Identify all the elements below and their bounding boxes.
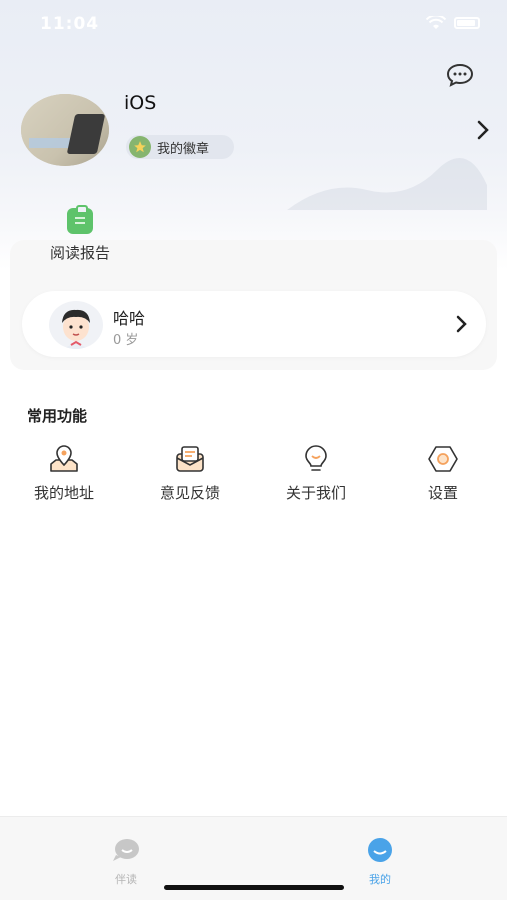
read-along-icon bbox=[113, 839, 139, 861]
child-age: 0 岁 bbox=[113, 333, 139, 348]
feedback-label: 意见反馈 bbox=[159, 484, 220, 502]
user-name: iOS bbox=[124, 92, 157, 114]
reading-report-label: 阅读报告 bbox=[49, 244, 110, 262]
status-time: 11:04 bbox=[40, 14, 100, 34]
about-icon bbox=[305, 445, 327, 471]
user-avatar[interactable] bbox=[21, 94, 109, 166]
about-us-button[interactable]: 关于我们 bbox=[271, 444, 361, 504]
tab-read-along-label: 伴读 bbox=[115, 873, 137, 886]
tab-read-along[interactable]: 伴读 bbox=[96, 837, 156, 887]
status-bar: 11:04 bbox=[0, 0, 507, 48]
child-avatar bbox=[49, 301, 103, 349]
child-profile-card[interactable]: 哈哈 0 岁 bbox=[22, 291, 486, 357]
child-name: 哈哈 bbox=[113, 309, 146, 328]
my-address-label: 我的地址 bbox=[33, 484, 94, 502]
settings-label: 设置 bbox=[427, 484, 458, 502]
mine-icon bbox=[368, 838, 392, 862]
feedback-button[interactable]: 意见反馈 bbox=[145, 444, 235, 504]
common-functions-title: 常用功能 bbox=[27, 407, 88, 425]
tab-mine[interactable]: 我的 bbox=[350, 837, 410, 887]
star-icon bbox=[129, 136, 151, 158]
about-us-label: 关于我们 bbox=[285, 484, 346, 502]
report-icon bbox=[67, 205, 93, 234]
battery-icon bbox=[454, 17, 480, 29]
wifi-icon bbox=[426, 16, 446, 29]
badge-label: 我的徽章 bbox=[157, 141, 210, 157]
my-badges-button[interactable]: 我的徽章 bbox=[126, 135, 234, 159]
chevron-right-icon bbox=[456, 315, 467, 333]
feedback-icon bbox=[176, 446, 204, 472]
decorative-hill-illustration bbox=[287, 158, 487, 210]
message-icon[interactable] bbox=[446, 63, 474, 87]
location-icon bbox=[50, 445, 78, 472]
home-indicator[interactable] bbox=[164, 885, 344, 890]
reading-report-button[interactable]: 阅读报告 bbox=[40, 205, 120, 268]
chevron-right-icon[interactable] bbox=[476, 120, 490, 140]
profile-page: 11:04 iOS 我的徽章 阅读报告 哈哈 0 岁 常用功能 我的地址 意见反… bbox=[0, 0, 507, 900]
settings-icon bbox=[428, 446, 458, 472]
settings-button[interactable]: 设置 bbox=[398, 444, 488, 504]
my-address-button[interactable]: 我的地址 bbox=[19, 444, 109, 504]
tab-mine-label: 我的 bbox=[369, 873, 391, 886]
